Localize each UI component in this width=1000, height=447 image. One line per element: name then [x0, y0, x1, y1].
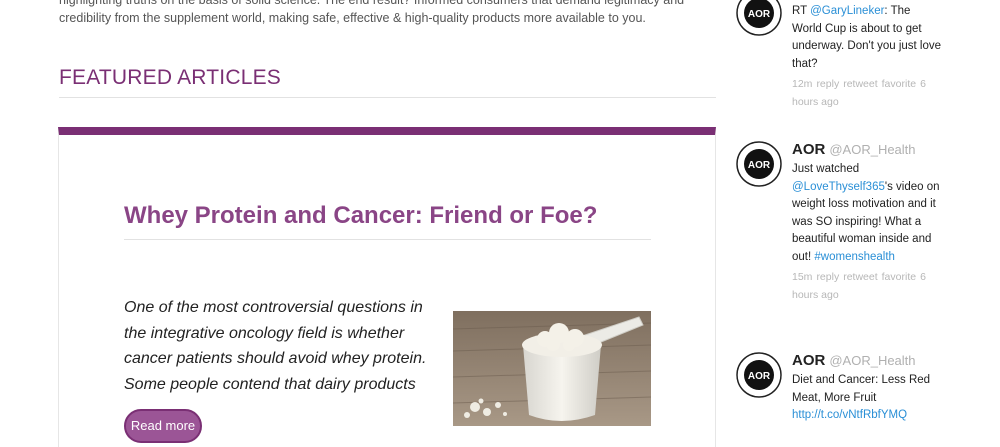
tweet-time[interactable]: 12m	[792, 78, 812, 90]
mention-link[interactable]: @GaryLineker	[810, 5, 884, 17]
intro-text: highlighting truths on the basis of soli…	[59, 0, 716, 27]
article-thumbnail[interactable]	[453, 311, 651, 426]
tweet-meta: 15m reply retweet favorite 6 hours ago	[792, 269, 942, 304]
reply-link[interactable]: reply	[816, 78, 839, 90]
tweet-url-link[interactable]: http://t.co/vNtfRbfYMQ	[792, 409, 907, 421]
tweet-text: Diet and Cancer: Less Red Meat, More Fru…	[792, 374, 931, 421]
aor-avatar[interactable]: AOR	[736, 0, 782, 36]
intro-line-1: highlighting truths on the basis of soli…	[59, 0, 685, 7]
tweet-meta: 12m reply retweet favorite 6 hours ago	[792, 76, 942, 111]
intro-line-2: credibility from the supplement world, m…	[59, 11, 646, 25]
hashtag-link[interactable]: #womenshealth	[814, 251, 895, 263]
mention-link[interactable]: @LoveThyself365	[792, 181, 885, 193]
article-title-link[interactable]: Whey Protein and Cancer: Friend or Foe?	[124, 202, 664, 230]
tweet-author-handle[interactable]: @AOR_Health	[829, 353, 915, 368]
tweet-author-handle[interactable]: @AOR_Health	[829, 142, 915, 157]
featured-articles-heading: FEATURED ARTICLES	[59, 66, 282, 89]
tweet-text: Just watched @LoveThyself365's video on …	[792, 163, 940, 263]
retweet-link[interactable]: retweet	[843, 78, 877, 90]
aor-avatar[interactable]: AOR	[736, 141, 782, 187]
tweet-author-name[interactable]: AOR	[792, 352, 825, 369]
featured-article-card: Whey Protein and Cancer: Friend or Foe? …	[58, 127, 716, 447]
aor-avatar[interactable]: AOR	[736, 352, 782, 398]
tweet-time[interactable]: 15m	[792, 271, 812, 283]
divider	[124, 239, 651, 240]
tweet-author-name[interactable]: AOR	[792, 141, 825, 158]
divider	[59, 97, 716, 98]
svg-text:AOR: AOR	[748, 371, 771, 382]
tweet-text: RT @GaryLineker: The World Cup is about …	[792, 5, 942, 70]
article-excerpt: One of the most controversial questions …	[124, 299, 427, 393]
retweet-link[interactable]: retweet	[843, 271, 877, 283]
read-more-button[interactable]: Read more	[124, 409, 202, 443]
favorite-link[interactable]: favorite	[882, 78, 916, 90]
favorite-link[interactable]: favorite	[882, 271, 916, 283]
reply-link[interactable]: reply	[816, 271, 839, 283]
svg-text:AOR: AOR	[748, 160, 771, 171]
svg-text:AOR: AOR	[748, 9, 771, 20]
